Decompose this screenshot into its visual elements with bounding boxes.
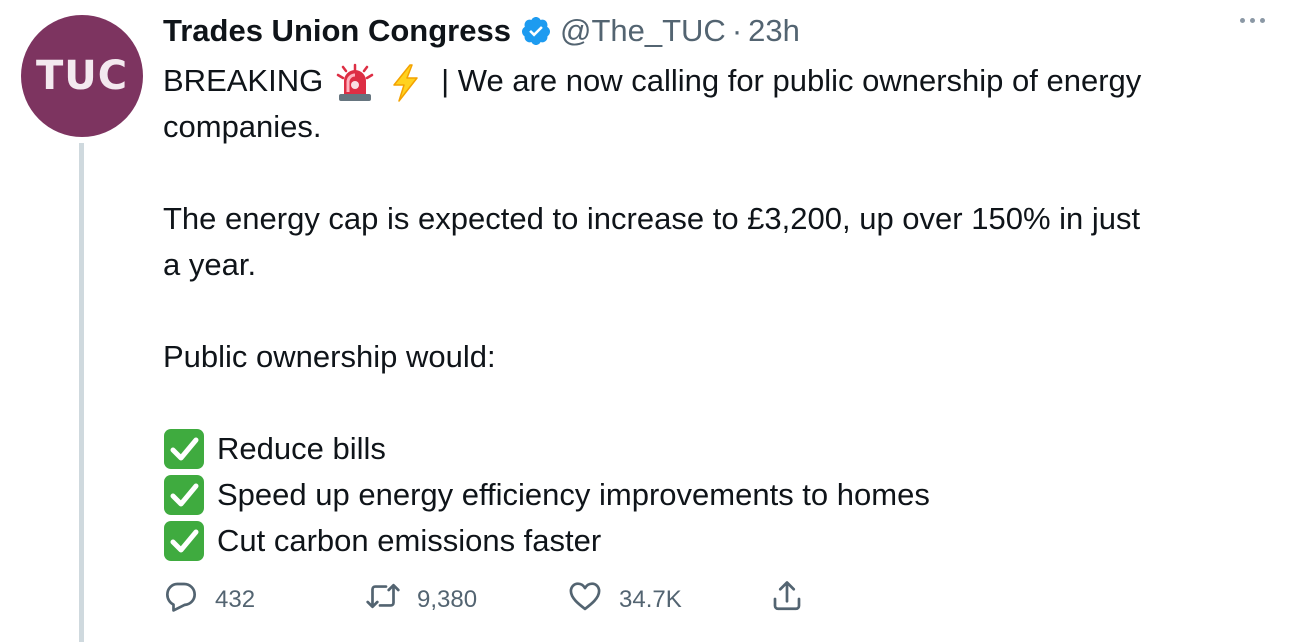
tweet-line-2: companies. <box>163 109 322 144</box>
high-voltage-icon <box>390 63 428 103</box>
police-light-icon <box>336 63 374 103</box>
tweet-time[interactable]: 23h <box>748 13 800 49</box>
checklist-item: Cut carbon emissions faster <box>163 518 1263 564</box>
thread-line <box>79 143 84 642</box>
breaking-label: BREAKING <box>163 63 324 98</box>
avatar[interactable]: TUC <box>21 15 143 137</box>
tweet-content: Trades Union Congress @The_TUC · 23h BRE… <box>163 8 1263 564</box>
share-button[interactable] <box>769 578 805 621</box>
tweet-text: BREAKING | We are now calling for public… <box>163 58 1263 564</box>
retweet-count: 9,380 <box>417 585 478 613</box>
share-icon <box>769 578 805 621</box>
author-name[interactable]: Trades Union Congress <box>163 13 511 49</box>
verified-badge-icon <box>520 15 552 47</box>
tweet-header: Trades Union Congress @The_TUC · 23h <box>163 8 1263 54</box>
header-separator: · <box>731 13 743 48</box>
heart-icon <box>567 578 603 621</box>
tweet-actions: 432 9,380 34.7K <box>163 578 805 621</box>
tweet-line-1: BREAKING | We are now calling for public… <box>163 58 1263 104</box>
checklist-item-text: Cut carbon emissions faster <box>217 523 602 558</box>
reply-button[interactable]: 432 <box>163 578 365 621</box>
avatar-text: TUC <box>35 53 129 99</box>
author-handle[interactable]: @The_TUC <box>560 13 726 49</box>
checklist-item-text: Speed up energy efficiency improvements … <box>217 477 930 512</box>
tweet-para-2-line-2: a year. <box>163 247 257 282</box>
checklist-item: Reduce bills <box>163 426 1263 472</box>
tweet-para-3: Public ownership would: <box>163 339 496 374</box>
check-mark-button-icon <box>163 474 205 516</box>
tweet-para-2-line-1: The energy cap is expected to increase t… <box>163 201 1141 236</box>
tweet[interactable]: TUC Trades Union Congress @The_TUC · 23h… <box>0 0 1291 642</box>
reply-icon <box>163 578 199 621</box>
check-mark-button-icon <box>163 428 205 470</box>
like-button[interactable]: 34.7K <box>567 578 769 621</box>
retweet-icon <box>365 578 401 621</box>
reply-count: 432 <box>215 585 256 613</box>
checklist-item-text: Reduce bills <box>217 431 386 466</box>
like-count: 34.7K <box>619 585 682 613</box>
checklist-item: Speed up energy efficiency improvements … <box>163 472 1263 518</box>
retweet-button[interactable]: 9,380 <box>365 578 567 621</box>
check-mark-button-icon <box>163 520 205 562</box>
tweet-line-1-text: | We are now calling for public ownershi… <box>441 63 1142 98</box>
